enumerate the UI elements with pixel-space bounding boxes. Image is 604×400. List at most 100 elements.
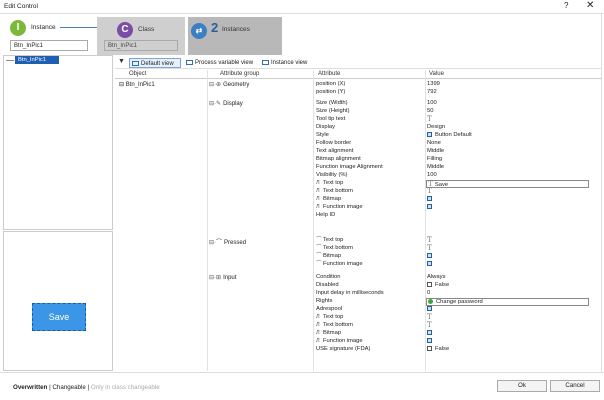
table-row[interactable]: Size (Height) 50 (314, 108, 599, 116)
group-geometry[interactable]: ⊟·⊕ Geometry (209, 81, 249, 88)
checkbox[interactable] (427, 346, 432, 351)
legend-overwritten: Overwritten (13, 384, 48, 391)
instance-view-icon (262, 60, 269, 65)
tab-default-view-label: Default view (141, 61, 174, 67)
object-tree[interactable] (3, 55, 113, 230)
image-icon (427, 196, 432, 201)
preview-save-button[interactable]: Save (32, 303, 86, 331)
table-row[interactable]: Bitmap alignment Filling (314, 156, 599, 164)
instance-name-input[interactable]: Btn_InPic1 (10, 40, 88, 51)
title-bar (0, 0, 604, 14)
table-row[interactable]: position (X) 1399 (314, 81, 599, 89)
table-row[interactable]: Л Text top T Save (314, 180, 599, 188)
table-row[interactable]: ⌒Text bottom T (314, 244, 599, 253)
legend-changeable: Changeable (52, 384, 86, 391)
instance-step-icon[interactable]: I (10, 20, 26, 36)
table-row[interactable]: Disabled False (314, 282, 599, 290)
table-row[interactable]: Л Bitmap (314, 330, 599, 338)
tab-process-variable-view-label: Process variable view (195, 60, 254, 66)
function-image-icon: Л (316, 204, 320, 210)
group-geometry-label: Geometry (223, 82, 250, 88)
pressed-icon: ⊟·⌒ (209, 240, 223, 246)
group-pressed[interactable]: ⊟·⌒ Pressed (209, 237, 246, 246)
grid-header (115, 70, 601, 79)
object-row[interactable]: ⊟ Btn_InPic1 (119, 81, 155, 88)
object-name: Btn_InPic1 (125, 82, 155, 88)
checkbox[interactable] (427, 282, 432, 287)
table-row[interactable]: Size (Width) 100 (314, 100, 599, 108)
table-row[interactable]: ⌒Bitmap (314, 253, 599, 261)
table-row[interactable]: Help ID (314, 212, 599, 220)
group-display[interactable]: ⊟·✎ Display (209, 100, 243, 107)
table-row[interactable]: ⌒Function image (314, 261, 599, 269)
header-attribute-group[interactable]: Attribute group (220, 71, 259, 77)
table-row[interactable]: Display Design (314, 124, 599, 132)
window-title: Edit Control (4, 3, 38, 10)
legend: Overwritten | Changeable | Only in class… (13, 384, 160, 391)
group-input-label: Input (223, 275, 237, 281)
table-row[interactable]: Л Bitmap (314, 196, 599, 204)
image-icon (427, 204, 432, 209)
image-icon (427, 338, 432, 343)
table-row[interactable]: ⌒Text top T (314, 236, 599, 245)
close-button[interactable]: ✕ (586, 0, 594, 11)
class-step-label: Class (138, 26, 155, 33)
bitmap-icon: Л (316, 196, 320, 202)
bitmap-icon: ⌒ (316, 253, 322, 259)
table-row[interactable]: Л Function image (314, 338, 599, 346)
tab-default-view[interactable]: Default view (129, 58, 181, 68)
tree-item-selected[interactable]: Btn_InPic1 (15, 56, 59, 64)
table-row[interactable]: Input delay in milliseconds 0 (314, 290, 599, 298)
table-row[interactable]: Condition Always (314, 274, 599, 282)
text-icon: Л (316, 314, 320, 320)
instances-count: 2 (211, 20, 219, 35)
footer-divider (0, 372, 604, 373)
text-icon: Л (316, 180, 320, 186)
header-value[interactable]: Value (429, 71, 444, 77)
cancel-button[interactable]: Cancel (550, 380, 600, 392)
preview-panel (3, 231, 113, 371)
style-icon (427, 132, 432, 137)
class-step-icon: C (117, 22, 133, 38)
rights-check-icon (428, 299, 433, 304)
table-row[interactable]: Л Text bottom T (314, 321, 599, 330)
table-row[interactable]: Visibility (%) 100 (314, 172, 599, 180)
table-row[interactable]: Follow border None (314, 140, 599, 148)
header-attribute[interactable]: Attribute (318, 71, 340, 77)
table-row[interactable]: Text alignment Middle (314, 148, 599, 156)
text-icon: Л (316, 188, 320, 194)
tab-process-variable-view[interactable]: Process variable view (184, 58, 257, 68)
group-input[interactable]: ⊟·⊞ Input (209, 274, 236, 281)
image-icon (427, 330, 432, 335)
table-row[interactable]: Л Function image (314, 204, 599, 212)
ok-button[interactable]: Ok (497, 380, 547, 392)
table-row[interactable]: Tool tip text T (314, 115, 599, 124)
instance-step-label: Instance (31, 24, 56, 31)
function-image-icon: Л (316, 338, 320, 344)
function-image-icon: ⌒ (316, 261, 322, 267)
geometry-icon: ⊟·⊕ (209, 82, 222, 88)
instances-step-icon: ⇄ (191, 23, 207, 39)
tree-connector (6, 60, 14, 61)
table-row[interactable]: Л Text bottom T (314, 187, 599, 196)
filter-icon[interactable]: ▼ (118, 58, 125, 65)
column-separator (207, 70, 208, 371)
text-icon: ⌒ (316, 237, 322, 243)
group-display-label: Display (223, 101, 243, 107)
table-row[interactable]: position (Y) 792 (314, 89, 599, 97)
table-row[interactable]: Rights Change password (314, 298, 599, 306)
table-row[interactable]: Function image Alignment Middle (314, 164, 599, 172)
class-name-input: Btn_InPic1 (104, 40, 178, 51)
help-button[interactable]: ? (564, 1, 568, 10)
process-variable-view-icon (186, 60, 193, 65)
table-row[interactable]: Style Button Default (314, 132, 599, 140)
image-icon (427, 261, 432, 266)
table-row[interactable]: Adrespool (314, 306, 599, 314)
table-row[interactable]: Л Text top T (314, 313, 599, 322)
text-icon: ⌒ (316, 245, 322, 251)
header-object[interactable]: Object (129, 71, 146, 77)
tab-instance-view[interactable]: Instance view (260, 58, 314, 68)
table-row[interactable]: USE signature (FDA) False (314, 346, 599, 354)
default-view-icon (132, 61, 139, 66)
input-icon: ⊟·⊞ (209, 275, 222, 281)
